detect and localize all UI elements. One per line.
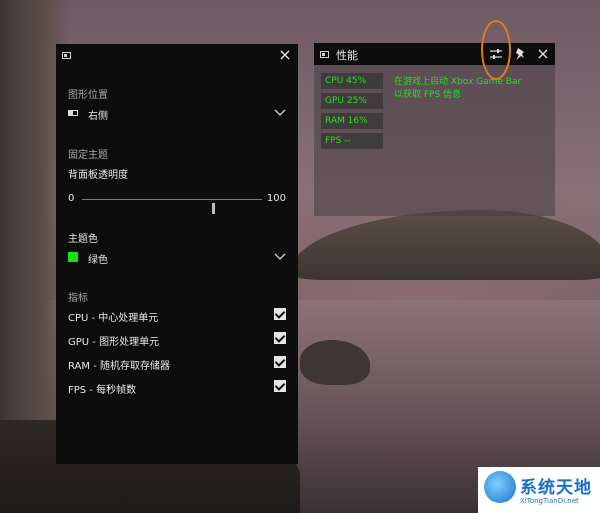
watermark-logo: 系统天地 XiTongTianDi.net — [478, 467, 600, 513]
logo-subtext: XiTongTianDi.net — [520, 497, 579, 505]
metric-label: FPS - 每秒帧数 — [68, 385, 137, 396]
color-swatch — [68, 252, 78, 262]
metric-cpu[interactable]: CPU 45% — [321, 73, 383, 89]
metric-gpu[interactable]: GPU 25% — [321, 93, 383, 109]
fps-hint-line1: 在游戏上启动 Xbox Game Bar — [394, 77, 522, 87]
theme-section-title: 固定主题 — [68, 150, 108, 161]
chevron-down-icon — [274, 109, 286, 116]
metric-label: CPU - 中心处理单元 — [68, 313, 159, 324]
pin-icon[interactable] — [514, 47, 526, 61]
close-icon[interactable]: × — [536, 46, 550, 62]
opacity-min: 0 — [68, 193, 75, 204]
performance-settings-panel: × 图形位置 右侧 固定主题 背面板透明度 0 100 主题色 绿色 指标 CP… — [56, 44, 298, 464]
fps-hint: 在游戏上启动 Xbox Game Bar 以获取 FPS 信息 — [394, 76, 550, 102]
metric-label: RAM - 随机存取存储器 — [68, 361, 170, 372]
wallpaper-headland — [290, 210, 600, 280]
accent-color-dropdown[interactable]: 绿色 — [68, 250, 286, 266]
logo-text: 系统天地 — [520, 478, 592, 498]
checkbox[interactable] — [274, 308, 286, 320]
opacity-label: 背面板透明度 — [68, 170, 128, 181]
dock-right-icon — [68, 110, 78, 116]
widget-titlebar[interactable]: 性能 × — [314, 43, 555, 65]
metric-toggle-ram[interactable]: RAM - 随机存取存储器 — [68, 356, 286, 372]
chevron-down-icon — [274, 253, 286, 260]
position-dropdown[interactable]: 右侧 — [68, 106, 286, 122]
settings-titlebar: × — [56, 44, 298, 68]
highlight-ring — [481, 20, 511, 80]
widget-icon — [62, 52, 71, 59]
checkbox[interactable] — [274, 332, 286, 344]
opacity-max: 100 — [266, 193, 286, 204]
metric-toggle-cpu[interactable]: CPU - 中心处理单元 — [68, 308, 286, 324]
close-icon[interactable]: × — [278, 47, 292, 63]
widget-icon — [320, 51, 329, 58]
accent-color-value: 绿色 — [88, 255, 108, 266]
metric-ram[interactable]: RAM 16% — [321, 113, 383, 129]
slider-track[interactable] — [82, 199, 262, 214]
checkbox[interactable] — [274, 356, 286, 368]
position-section-title: 图形位置 — [68, 90, 108, 101]
accent-color-label: 主题色 — [68, 234, 98, 245]
performance-widget: 性能 × CPU 45% GPU 25% RAM 16% FPS -- 在游戏上… — [314, 43, 555, 216]
slider-thumb[interactable] — [211, 203, 215, 214]
fps-hint-line2: 以获取 FPS 信息 — [394, 90, 462, 100]
metric-toggle-gpu[interactable]: GPU - 图形处理单元 — [68, 332, 286, 348]
metric-label: GPU - 图形处理单元 — [68, 337, 160, 348]
metric-toggle-fps[interactable]: FPS - 每秒帧数 — [68, 380, 286, 396]
opacity-slider[interactable]: 0 100 — [68, 190, 286, 214]
logo-icon — [484, 471, 516, 503]
metrics-section-title: 指标 — [68, 293, 88, 304]
metric-fps[interactable]: FPS -- — [321, 133, 383, 149]
widget-title: 性能 — [336, 49, 358, 62]
metrics-list: CPU 45% GPU 25% RAM 16% FPS -- — [321, 73, 383, 153]
position-value: 右侧 — [88, 111, 108, 122]
checkbox[interactable] — [274, 380, 286, 392]
